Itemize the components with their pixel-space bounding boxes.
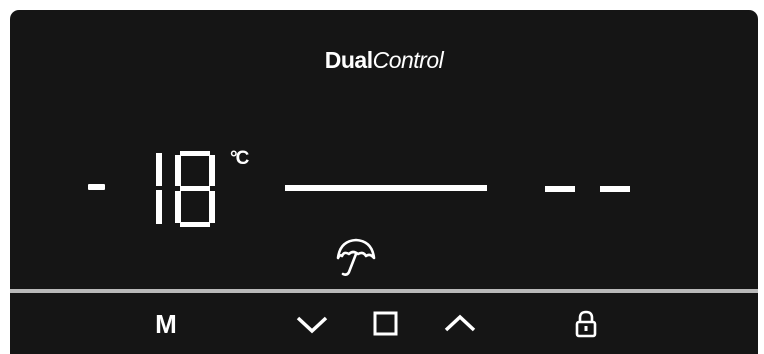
lock-icon xyxy=(575,310,597,338)
up-button[interactable] xyxy=(440,304,480,344)
control-panel: DualControl °C M xyxy=(10,10,758,354)
temperature-unit: °C xyxy=(230,148,249,169)
level-bar xyxy=(285,185,487,191)
mode-button[interactable]: M xyxy=(146,304,186,344)
right-display-dash-2 xyxy=(600,186,630,192)
brand-logo-italic: Control xyxy=(372,47,444,73)
temperature-digit-8 xyxy=(175,151,215,227)
temperature-digit-1 xyxy=(156,153,162,224)
lock-button[interactable] xyxy=(566,304,606,344)
right-display-dash-1 xyxy=(545,186,575,192)
brand-logo-bold: Dual xyxy=(324,47,373,73)
square-icon xyxy=(373,311,398,336)
chevron-up-icon xyxy=(444,314,476,332)
umbrella-icon xyxy=(336,238,376,276)
brand-logo: DualControl xyxy=(10,47,758,74)
temperature-sign xyxy=(88,184,105,190)
panel-separator xyxy=(10,289,758,293)
chevron-down-icon xyxy=(296,316,328,334)
down-button[interactable] xyxy=(292,304,332,344)
stop-button[interactable] xyxy=(366,304,406,344)
